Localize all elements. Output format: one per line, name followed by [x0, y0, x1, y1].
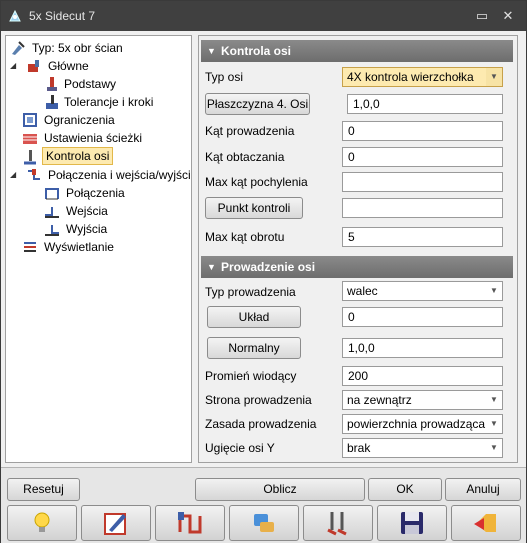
plane-input[interactable]: 1,0,0: [347, 94, 503, 114]
dialog-window: 5x Sidecut 7 ▭ ✕ Typ: 5x obr ścian ◢ Głó…: [0, 0, 527, 543]
edit-icon: [104, 513, 126, 535]
exits-icon: [45, 225, 59, 236]
layout-button[interactable]: Układ: [207, 306, 301, 328]
guidance-type-row: Typ prowadzenia walec ▼: [205, 281, 511, 303]
axis-control-header[interactable]: ▼ Kontrola osi: [201, 40, 513, 62]
max-tilt-input[interactable]: [342, 172, 503, 192]
reset-button[interactable]: Resetuj: [7, 478, 80, 501]
max-tilt-row: Max kąt pochylenia: [205, 171, 511, 193]
axis-type-row: Typ osi 4X kontrola wierzchołka ▼: [205, 66, 511, 88]
deflection-select[interactable]: brak ▼: [342, 438, 503, 458]
layout-input[interactable]: 0: [342, 307, 503, 327]
toolpath-icon: [178, 512, 202, 534]
compare-icon: [327, 512, 347, 536]
save-icon: [401, 512, 423, 534]
ok-button[interactable]: OK: [368, 478, 442, 501]
tool-type-icon: [12, 41, 25, 55]
normal-row: Normalny 1,0,0: [205, 336, 511, 359]
guidance-header[interactable]: ▼ Prowadzenie osi: [201, 256, 513, 278]
toolpath-button[interactable]: [155, 505, 225, 541]
hint-button[interactable]: [7, 505, 77, 541]
deflection-row: Ugięcie osi Y brak ▼: [205, 437, 511, 459]
control-point-input[interactable]: [342, 198, 503, 218]
rule-select[interactable]: powierzchnia prowadząca ▼: [342, 414, 503, 434]
app-icon: [9, 9, 21, 22]
dropdown-arrow-icon: ▼: [490, 286, 498, 295]
collapse-icon[interactable]: ◢: [10, 166, 16, 184]
side-select[interactable]: na zewnątrz ▼: [342, 390, 503, 410]
tilt-angle-input[interactable]: 0: [342, 147, 503, 167]
window-title: 5x Sidecut 7: [29, 9, 96, 23]
display-icon: [24, 242, 36, 252]
dropdown-arrow-icon: ▼: [486, 68, 502, 86]
path-settings-icon: [23, 134, 37, 144]
save-button[interactable]: [377, 505, 447, 541]
fourth-axis-plane-button[interactable]: Płaszczyzna 4. Osi: [205, 93, 310, 115]
exit-button[interactable]: [451, 505, 521, 541]
control-point-row: Punkt kontroli: [205, 196, 511, 219]
normal-input[interactable]: 1,0,0: [342, 338, 503, 358]
entries-icon: [45, 207, 59, 218]
close-icon[interactable]: ✕: [498, 6, 518, 26]
main-settings-icon: [28, 60, 39, 72]
compute-button[interactable]: Oblicz: [195, 478, 365, 501]
title-bar: 5x Sidecut 7 ▭ ✕: [1, 1, 526, 31]
tool-info-icon: [254, 514, 274, 532]
max-rotation-row: Max kąt obrotu 5: [205, 226, 511, 248]
compare-button[interactable]: [303, 505, 373, 541]
connections-icon: [45, 188, 59, 200]
exit-icon: [474, 514, 496, 532]
guidance-type-select[interactable]: walec ▼: [342, 281, 503, 301]
radius-input[interactable]: 200: [342, 366, 503, 386]
dropdown-arrow-icon: ▼: [490, 395, 498, 404]
axis-control-icon: [24, 150, 36, 165]
edit-button[interactable]: [81, 505, 151, 541]
collapse-icon[interactable]: ◢: [10, 57, 16, 75]
limits-icon: [23, 113, 37, 127]
rule-row: Zasada prowadzenia powierzchnia prowadzą…: [205, 413, 511, 435]
axis-type-select[interactable]: 4X kontrola wierzchołka ▼: [342, 67, 503, 87]
lead-angle-row: Kąt prowadzenia 0: [205, 120, 511, 142]
lead-angle-input[interactable]: 0: [342, 121, 503, 141]
basics-icon: [47, 77, 57, 91]
tool-info-button[interactable]: [229, 505, 299, 541]
collapse-triangle-icon: ▼: [207, 46, 216, 56]
dropdown-arrow-icon: ▼: [490, 443, 498, 452]
max-rotation-input[interactable]: 5: [342, 227, 503, 247]
dropdown-arrow-icon: ▼: [490, 419, 498, 428]
control-point-button[interactable]: Punkt kontroli: [205, 197, 303, 219]
collapse-triangle-icon: ▼: [207, 262, 216, 272]
tolerance-icon: [46, 95, 58, 109]
normal-button[interactable]: Normalny: [207, 337, 301, 359]
lightbulb-icon: [34, 512, 50, 532]
side-row: Strona prowadzenia na zewnątrz ▼: [205, 389, 511, 411]
plane-row: Płaszczyzna 4. Osi 1,0,0: [205, 92, 511, 115]
layout-row: Układ 0: [205, 306, 511, 328]
pin-icon[interactable]: ▭: [472, 6, 492, 26]
operation-tree: Typ: 5x obr ścian ◢ Główne Podstawy Tole…: [5, 35, 192, 463]
properties-panel: ▼ Kontrola osi Typ osi 4X kontrola wierz…: [198, 35, 518, 463]
tilt-angle-row: Kąt obtaczania 0: [205, 146, 511, 168]
cancel-button[interactable]: Anuluj: [445, 478, 521, 501]
links-icon: [28, 169, 40, 180]
radius-row: Promień wiodący 200: [205, 365, 511, 387]
